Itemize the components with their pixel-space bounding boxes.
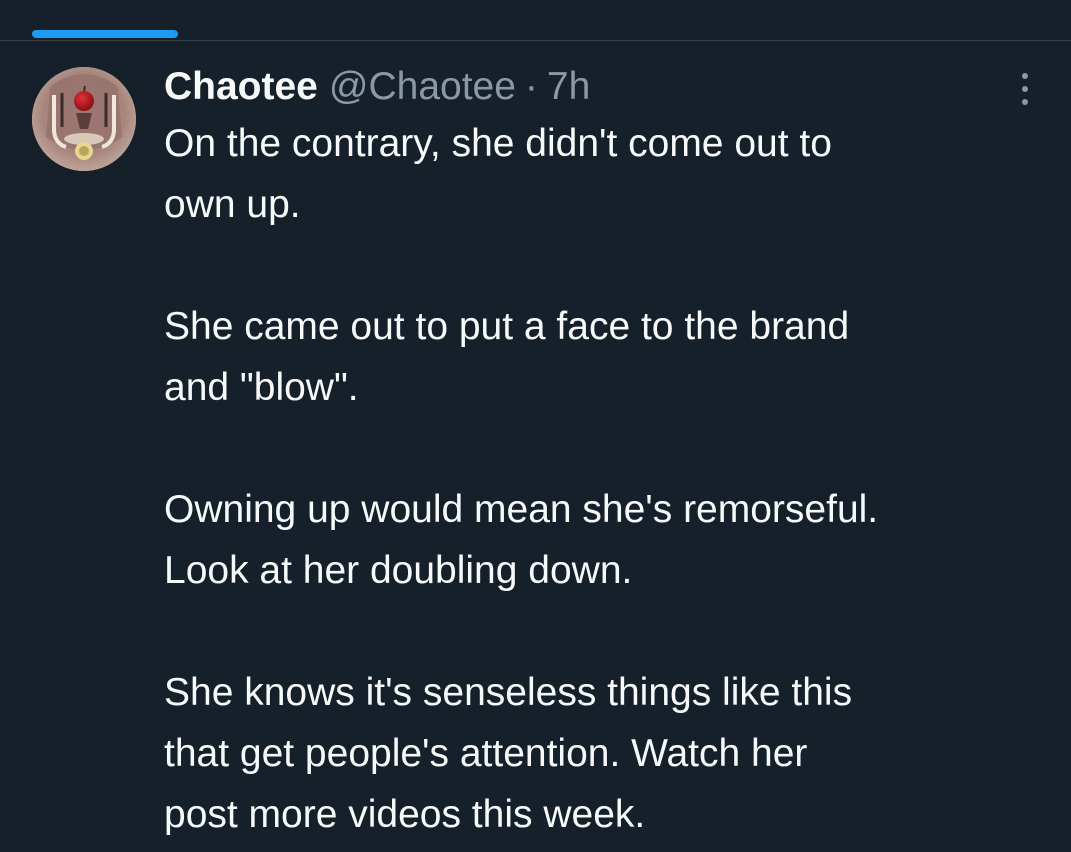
tweet-paragraph: On the contrary, she didn't come out to …	[164, 122, 832, 226]
user-handle[interactable]: @Chaotee	[329, 65, 516, 109]
more-vertical-icon[interactable]	[1005, 67, 1045, 111]
tweet-paragraph: Owning up would mean she's remorseful. L…	[164, 488, 879, 592]
more-dot	[1022, 73, 1028, 79]
more-dot	[1022, 99, 1028, 105]
avatar[interactable]	[32, 67, 136, 171]
previous-content-strip	[0, 0, 1071, 40]
tweet[interactable]: Chaotee @Chaotee · 7h On the contrary, s…	[0, 41, 1071, 852]
tweet-paragraph: She came out to put a face to the brand …	[164, 305, 850, 409]
separator-dot: ·	[524, 65, 538, 108]
tweet-header: Chaotee @Chaotee · 7h	[164, 65, 590, 109]
timestamp[interactable]: 7h	[547, 65, 590, 109]
apple-mirror-avatar-icon	[32, 67, 136, 171]
display-name[interactable]: Chaotee	[164, 65, 318, 109]
tweet-text: On the contrary, she didn't come out to …	[164, 113, 1054, 845]
more-dot	[1022, 86, 1028, 92]
tab-indicator	[32, 30, 178, 38]
tweet-paragraph: She knows it's senseless things like thi…	[164, 671, 853, 836]
